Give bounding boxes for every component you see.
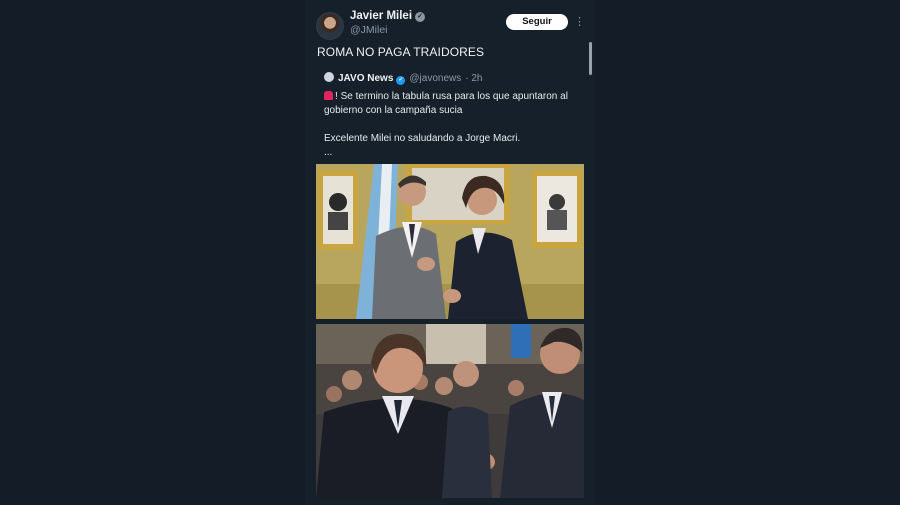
quoted-line-1: ! Se termino la tabula rusa para los que… [324, 91, 568, 116]
quoted-author-name[interactable]: JAVO News [338, 73, 393, 84]
quoted-author-avatar [324, 72, 334, 82]
tweet-photo-1[interactable] [316, 164, 584, 319]
verified-badge-icon: ✓ [396, 76, 406, 85]
author-handle[interactable]: @JMilei [350, 24, 388, 36]
quoted-line-2: Excelente Milei no saludando a Jorge Mac… [324, 133, 521, 144]
quoted-line-3: ... [324, 147, 333, 158]
author-name[interactable]: Javier Milei [350, 10, 412, 22]
author-name-row[interactable]: Javier Milei ✓ [350, 10, 426, 22]
quoted-tweet-body: ! Se termino la tabula rusa para los que… [324, 90, 584, 160]
quoted-line-1-text: Se termino la tabula rusa para los que a… [324, 91, 568, 116]
quoted-tweet-header[interactable]: JAVO News ✓ @javonews · 2h [324, 72, 482, 85]
tweet-photo-2[interactable] [316, 324, 584, 498]
siren-emoji-icon [324, 91, 333, 100]
scrollbar[interactable] [589, 42, 592, 75]
quoted-time: · 2h [465, 73, 483, 84]
more-options-icon[interactable]: ⋮ [574, 14, 585, 30]
quoted-author-handle[interactable]: @javonews [409, 73, 461, 84]
follow-button[interactable]: Seguir [506, 14, 568, 30]
tweet-text: ROMA NO PAGA TRAIDORES [317, 45, 485, 59]
author-avatar[interactable] [316, 12, 344, 40]
verified-badge-icon: ✓ [415, 12, 426, 22]
